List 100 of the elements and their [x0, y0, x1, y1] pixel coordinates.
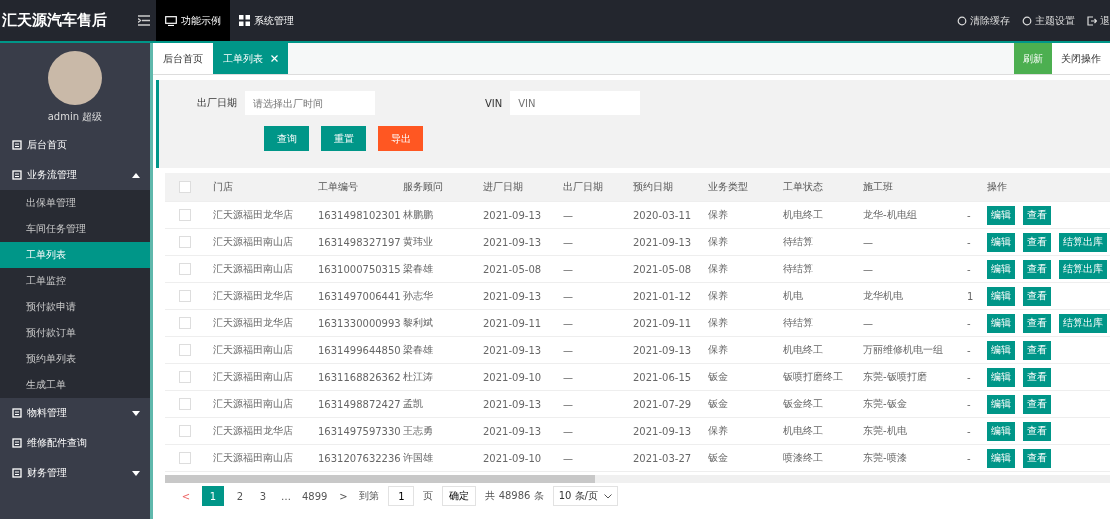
input-field[interactable]: VIN — [510, 91, 641, 115]
sidebar-item[interactable]: 业务流管理 — [0, 160, 150, 190]
total-count: 共 48986 条 — [485, 489, 544, 503]
sidebar-subitem[interactable]: 生成工单 — [0, 372, 150, 398]
header-link[interactable]: 退 — [1087, 13, 1110, 28]
page-number[interactable]: 4899 — [302, 486, 328, 506]
row-action-button[interactable]: 编辑 — [987, 394, 1015, 414]
search-button[interactable]: 查询 — [264, 126, 309, 151]
row-action-button[interactable]: 编辑 — [987, 448, 1015, 468]
page-tab[interactable]: 后台首页 — [153, 43, 213, 74]
prev-page-button[interactable]: < — [179, 486, 193, 506]
row-action-button[interactable]: 查看 — [1023, 232, 1051, 252]
checkbox[interactable] — [179, 398, 191, 410]
table-cell: 待结算 — [783, 317, 813, 328]
row-action-button[interactable]: 查看 — [1023, 259, 1051, 279]
row-action-button[interactable]: 查看 — [1023, 340, 1051, 360]
table-cell: - — [967, 317, 971, 329]
page-number[interactable]: 2 — [233, 486, 247, 506]
table-cell: 保养 — [708, 263, 728, 274]
row-action-button[interactable]: 查看 — [1023, 448, 1051, 468]
input-field[interactable]: 请选择出厂时间 — [245, 91, 375, 115]
checkbox[interactable] — [179, 181, 191, 193]
checkbox[interactable] — [179, 344, 191, 356]
tab-action-button[interactable]: 关闭操作 — [1052, 43, 1110, 74]
table-cell: 1631499644850 — [318, 344, 401, 356]
row-action-button[interactable]: 编辑 — [987, 421, 1015, 441]
page-size-select[interactable]: 10 条/页 — [552, 486, 618, 506]
table-cell: 2020-03-11 — [633, 209, 692, 221]
search-button[interactable]: 导出 — [378, 126, 423, 151]
table-cell: 万丽维修机电一组 — [863, 344, 943, 355]
next-page-button[interactable]: > — [336, 486, 351, 506]
list-icon — [12, 408, 22, 418]
scrollbar[interactable] — [165, 475, 1110, 483]
caret-icon[interactable] — [132, 470, 140, 476]
sidebar-subitem[interactable]: 车间任务管理 — [0, 216, 150, 242]
row-action-button[interactable]: 查看 — [1023, 205, 1051, 225]
table-cell: 林鹏鹏 — [403, 209, 433, 220]
row-action-button[interactable]: 查看 — [1023, 313, 1051, 333]
exit-icon — [1087, 15, 1097, 26]
checkbox[interactable] — [179, 425, 191, 437]
sidebar-subitem[interactable]: 工单列表 — [0, 242, 150, 268]
header-link[interactable]: 主题设置 — [1022, 13, 1075, 28]
row-action-button[interactable]: 编辑 — [987, 259, 1015, 279]
row-action-button[interactable]: 结算出库 — [1059, 259, 1107, 279]
table-cell: 汇天源福田龙华店 — [213, 290, 293, 301]
checkbox[interactable] — [179, 263, 191, 275]
checkbox[interactable] — [179, 236, 191, 248]
row-action-button[interactable]: 编辑 — [987, 367, 1015, 387]
page-input[interactable]: 1 — [388, 486, 415, 506]
top-nav-tab[interactable]: 功能示例 — [156, 0, 230, 41]
top-nav-tab[interactable]: 系统管理 — [230, 0, 303, 41]
row-action-button[interactable]: 编辑 — [987, 286, 1015, 306]
sidebar-item[interactable]: 后台首页 — [0, 130, 150, 160]
page-number[interactable]: … — [279, 486, 293, 506]
table-cell: 1631498872427 — [318, 398, 401, 410]
row-action-button[interactable]: 编辑 — [987, 340, 1015, 360]
row-action-button[interactable]: 查看 — [1023, 367, 1051, 387]
caret-icon[interactable] — [132, 172, 140, 178]
checkbox[interactable] — [179, 317, 191, 329]
sidebar-item[interactable]: 财务管理 — [0, 458, 150, 488]
row-action-button[interactable]: 编辑 — [987, 205, 1015, 225]
close-icon[interactable] — [271, 55, 278, 62]
table-cell: 汇天源福田南山店 — [213, 263, 293, 274]
sidebar-subitem[interactable]: 预约单列表 — [0, 346, 150, 372]
checkbox[interactable] — [179, 290, 191, 302]
table-cell: 2021-09-13 — [633, 344, 692, 356]
row-action-button[interactable]: 编辑 — [987, 313, 1015, 333]
confirm-button[interactable]: 确定 — [442, 486, 477, 506]
header-link[interactable]: 清除缓存 — [957, 13, 1010, 28]
checkbox[interactable] — [179, 452, 191, 464]
page-tab[interactable]: 工单列表 — [213, 43, 288, 74]
search-button[interactable]: 重置 — [321, 126, 366, 151]
sidebar-subitem[interactable]: 工单监控 — [0, 268, 150, 294]
sidebar-subitem[interactable]: 预付款申请 — [0, 294, 150, 320]
row-action-button[interactable]: 结算出库 — [1059, 313, 1107, 333]
page-number[interactable]: 1 — [202, 486, 224, 506]
row-action-button[interactable]: 查看 — [1023, 394, 1051, 414]
table-cell: 2021-09-13 — [633, 236, 692, 248]
table-cell: 东莞-钣金 — [863, 398, 907, 409]
sidebar-item[interactable]: 物料管理 — [0, 398, 150, 428]
sidebar-subitem[interactable]: 预付款订单 — [0, 320, 150, 346]
table-cell: — — [863, 236, 873, 248]
column-header: 门店 — [213, 181, 233, 192]
menu-icon[interactable] — [138, 15, 150, 26]
checkbox[interactable] — [179, 209, 191, 221]
table-cell: — — [563, 317, 573, 329]
sidebar-item[interactable]: 维修配件查询 — [0, 428, 150, 458]
tab-action-button[interactable]: 刷新 — [1014, 43, 1052, 74]
caret-icon[interactable] — [132, 410, 140, 416]
table-cell: 1631498102301 — [318, 209, 401, 221]
page-number[interactable]: 3 — [256, 486, 270, 506]
row-action-button[interactable]: 查看 — [1023, 286, 1051, 306]
checkbox[interactable] — [179, 371, 191, 383]
row-action-button[interactable]: 查看 — [1023, 421, 1051, 441]
row-action-button[interactable]: 结算出库 — [1059, 232, 1107, 252]
table-cell: 1631330000993 — [318, 317, 401, 329]
table-cell: 机电终工 — [783, 425, 823, 436]
sidebar-subitem[interactable]: 出保单管理 — [0, 190, 150, 216]
table-cell: 保养 — [708, 236, 728, 247]
row-action-button[interactable]: 编辑 — [987, 232, 1015, 252]
